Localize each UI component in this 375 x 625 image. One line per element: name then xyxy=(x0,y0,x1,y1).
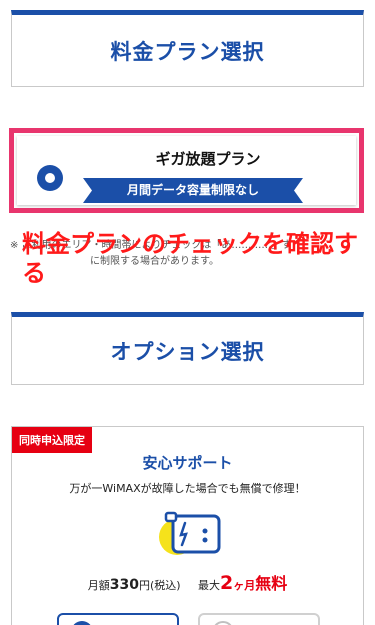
plan-section-title: 料金プラン選択 xyxy=(110,39,265,64)
option-section-title: オプション選択 xyxy=(110,339,265,364)
annotation-overlay: 料金プランのチェックを確認する xyxy=(22,230,358,287)
option-description: 万が一WiMAXが故障した場合でも無償で修理！ xyxy=(69,482,306,495)
max-label: 最大 xyxy=(198,579,221,592)
option-section-header: オプション選択 xyxy=(11,312,364,385)
radio-inner-dot xyxy=(45,173,55,183)
option-title: 安心サポート xyxy=(142,454,233,472)
plan-section-header: 料金プラン選択 xyxy=(11,10,364,87)
plan-option-giga[interactable]: ギガ放題プラン 月間データ容量制限なし xyxy=(17,136,356,205)
price-suffix: 円(税込) xyxy=(138,579,181,592)
plan-name: ギガ放題プラン xyxy=(155,150,261,168)
choice-radio-selected-icon xyxy=(71,621,93,625)
option-choice-add[interactable] xyxy=(57,613,179,625)
plan-highlight-frame: ギガ放題プラン 月間データ容量制限なし xyxy=(9,128,364,213)
radio-selected-icon[interactable] xyxy=(37,165,63,191)
price-prefix: 月額 xyxy=(87,579,110,592)
choice-radio-empty-icon xyxy=(212,621,234,625)
option-card-support[interactable]: 同時申込限定 安心サポート 万が一WiMAXが故障した場合でも無償で修理！ 月額… xyxy=(11,426,364,625)
free-months: 2 xyxy=(220,572,234,594)
price-value: 330 xyxy=(109,577,139,593)
free-unit: ヶ月 xyxy=(233,579,256,592)
plan-ribbon: 月間データ容量制限なし xyxy=(83,178,303,203)
limited-badge: 同時申込限定 xyxy=(12,427,92,453)
repair-card-icon xyxy=(155,507,225,567)
option-choice-none[interactable] xyxy=(198,613,320,625)
price-line: 月額330円(税込) 最大2ヶ月無料 xyxy=(12,570,363,594)
plan-ribbon-text: 月間データ容量制限なし xyxy=(126,183,259,197)
free-label: 無料 xyxy=(255,574,288,593)
